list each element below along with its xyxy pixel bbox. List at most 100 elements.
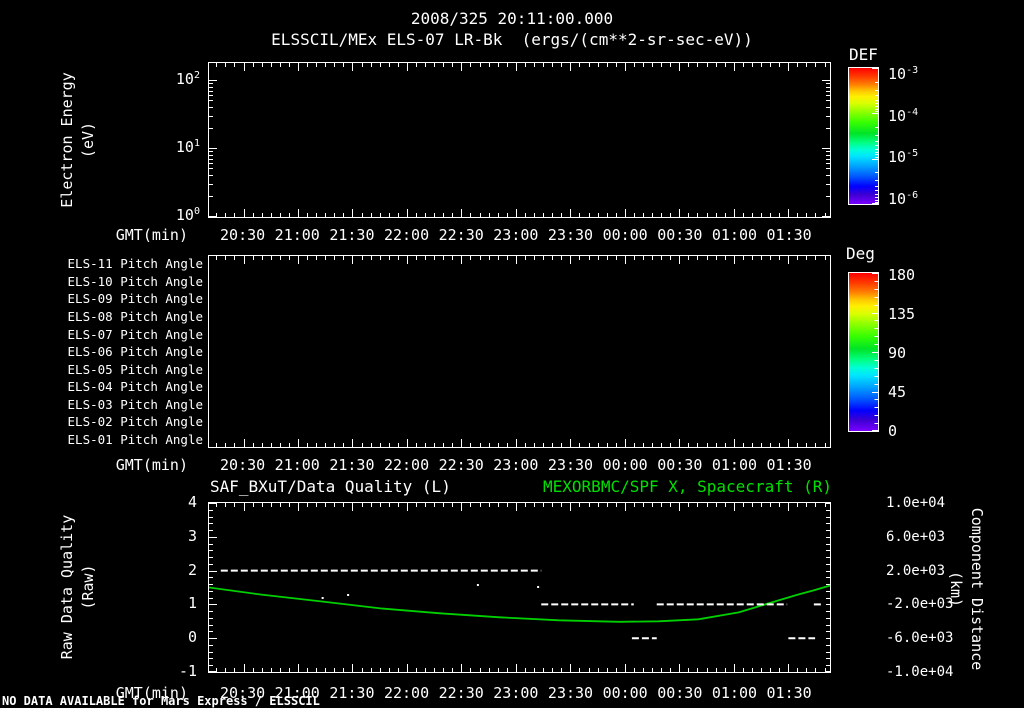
- pitch-row-label: ELS-03 Pitch Angle: [67, 396, 203, 412]
- energy-tick-exponent: 1: [193, 138, 200, 149]
- gmt-label-top: GMT(min): [115, 226, 188, 244]
- energy-tick-label: 101: [175, 138, 200, 156]
- pitch-row-label: ELS-02 Pitch Angle: [67, 414, 203, 430]
- pitch-row-label: ELS-06 Pitch Angle: [67, 344, 203, 360]
- energy-axis-label-line1: Electron Energy: [58, 72, 76, 208]
- distance-tick-label: 2.0e+03: [886, 562, 946, 579]
- quality-tick-label: 1: [187, 594, 197, 613]
- deg-cbar-tick-label: 180: [888, 265, 916, 284]
- quality-tick-label: 2: [187, 560, 197, 579]
- time-tick-label: 20:30: [220, 226, 266, 244]
- time-tick-label: 22:00: [383, 684, 430, 702]
- energy-panel-ticks: [209, 63, 830, 217]
- energy-tick-exponent: 2: [193, 70, 200, 81]
- data-quality-dot: [347, 593, 350, 596]
- time-tick-label: 21:00: [274, 226, 320, 244]
- pitch-row-label: ELS-09 Pitch Angle: [67, 291, 203, 307]
- data-quality-dot: [321, 596, 324, 599]
- time-tick-label: 23:30: [547, 684, 594, 702]
- quality-distance-plot: [209, 503, 830, 672]
- time-tick-label: 22:00: [383, 226, 430, 244]
- time-tick-label: 23:00: [493, 684, 539, 702]
- time-tick-label: 01:30: [766, 456, 812, 474]
- def-colorbar-title: DEF: [849, 45, 878, 64]
- def-cbar-tick-label-exponent: -4: [906, 106, 919, 118]
- gmt-label-middle: GMT(min): [115, 456, 188, 474]
- time-tick-label: 21:30: [329, 456, 375, 474]
- quality-tick-label: 0: [187, 628, 197, 647]
- deg-cbar-tick-label: 0: [888, 421, 898, 440]
- page-title: 2008/325 20:11:00.000: [410, 9, 614, 28]
- pitch-row-label: ELS-08 Pitch Angle: [67, 308, 203, 324]
- time-tick-label: 22:30: [438, 684, 484, 702]
- energy-spectrogram-panel: [208, 62, 831, 218]
- pitch-row-label: ELS-07 Pitch Angle: [67, 326, 203, 342]
- pitch-row-label: ELS-10 Pitch Angle: [67, 273, 203, 289]
- pitch-row-label: ELS-05 Pitch Angle: [67, 361, 203, 377]
- time-tick-label: 00:30: [657, 456, 703, 474]
- pitch-row-label: ELS-11 Pitch Angle: [67, 256, 203, 272]
- quality-tick-label: 3: [187, 526, 197, 545]
- time-tick-label: 00:00: [602, 226, 648, 244]
- time-tick-label: 01:30: [766, 226, 812, 244]
- def-cbar-tick-label-exponent: -6: [906, 189, 919, 201]
- time-tick-label: 22:30: [438, 226, 484, 244]
- time-tick-label: 21:30: [329, 226, 375, 244]
- bottom-title-left: SAF_BXuT/Data Quality (L): [210, 477, 451, 496]
- quality-tick-label: -1: [178, 662, 197, 680]
- distance-tick-label: -6.0e+03: [886, 630, 954, 647]
- time-tick-label: 22:00: [383, 456, 430, 474]
- def-colorbar-ticks: [872, 68, 878, 204]
- quality-tick-label: 4: [187, 493, 197, 511]
- time-tick-label: 21:00: [274, 456, 320, 474]
- deg-colorbar: [848, 272, 879, 432]
- def-cbar-tick-label: 10-5: [888, 148, 919, 166]
- time-tick-label: 00:00: [602, 684, 648, 702]
- distance-tick-label: 6.0e+03: [886, 528, 946, 545]
- quality-axis-label: Raw Data Quality (Raw): [57, 515, 99, 660]
- distance-tick-label: -1.0e+04: [886, 664, 954, 680]
- distance-tick-label: -2.0e+03: [886, 596, 954, 613]
- pitch-row-label: ELS-01 Pitch Angle: [67, 431, 203, 447]
- time-tick-label: 01:30: [766, 684, 812, 702]
- time-tick-label: 23:30: [547, 456, 594, 474]
- distance-axis-label-line1: Component Distance: [968, 507, 986, 671]
- energy-tick-label: 100: [175, 206, 200, 224]
- data-quality-dot: [537, 586, 540, 589]
- time-axis-labels-middle: 20:30 21:00 21:30 22:00 22:30 23:00 23:30 00:00…: [208, 456, 831, 474]
- energy-axis-label-line2: (eV): [79, 121, 97, 159]
- time-tick-label: 01:00: [711, 684, 758, 702]
- time-tick-label: 21:30: [329, 684, 375, 702]
- energy-axis-label: Electron Energy (eV): [57, 72, 99, 207]
- deg-cbar-tick-label: 45: [888, 382, 907, 401]
- quality-axis-label-line1: Raw Data Quality: [58, 514, 76, 660]
- energy-tick-label: 102: [175, 70, 200, 88]
- distance-tick-label: 1.0e+04: [886, 495, 946, 511]
- energy-tick-exponent: 0: [193, 206, 200, 217]
- time-tick-label: 00:30: [657, 226, 703, 244]
- def-colorbar: [848, 67, 879, 205]
- pitch-angle-panel: [208, 255, 831, 448]
- pitch-panel-ticks: [216, 256, 826, 447]
- time-tick-label: 01:00: [711, 226, 758, 244]
- def-cbar-tick-label: 10-6: [888, 189, 919, 208]
- deg-colorbar-title: Deg: [846, 244, 875, 263]
- time-tick-label: 20:30: [220, 456, 266, 474]
- quality-axis-label-line2: (Raw): [79, 564, 97, 610]
- time-tick-label: 23:00: [493, 226, 539, 244]
- pitch-row-label: ELS-04 Pitch Angle: [67, 379, 203, 395]
- time-tick-label: 23:00: [493, 456, 539, 474]
- data-quality-dot: [476, 583, 479, 586]
- quality-distance-panel: [208, 502, 831, 673]
- bottom-title-right: MEXORBMC/SPF X, Spacecraft (R): [543, 477, 832, 496]
- time-tick-label: 01:00: [711, 456, 758, 474]
- deg-cbar-tick-label: 135: [888, 304, 916, 323]
- time-tick-label: 23:30: [547, 226, 594, 244]
- time-tick-label: 00:30: [657, 684, 703, 702]
- deg-cbar-tick-label: 90: [888, 343, 907, 362]
- deg-colorbar-ticks: [872, 273, 878, 431]
- time-tick-label: 00:00: [602, 456, 648, 474]
- def-cbar-tick-label: 10-3: [888, 65, 919, 83]
- time-axis-labels-top: 20:30 21:00 21:30 22:00 22:30 23:00 23:30 00:00…: [208, 226, 831, 244]
- def-cbar-tick-label-exponent: -3: [906, 65, 919, 76]
